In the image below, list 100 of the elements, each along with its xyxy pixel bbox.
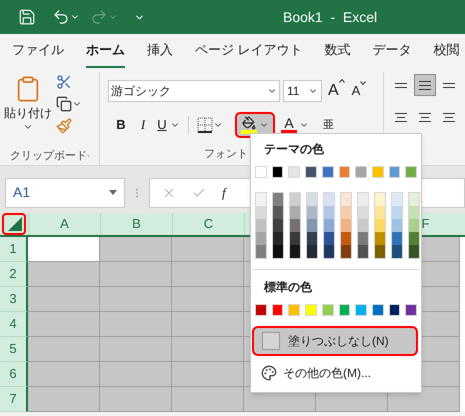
table-cell[interactable]: [28, 362, 100, 387]
color-swatch[interactable]: [290, 232, 300, 245]
color-swatch[interactable]: [272, 166, 284, 178]
color-swatch[interactable]: [409, 245, 419, 258]
color-swatch[interactable]: [256, 232, 266, 245]
color-swatch[interactable]: [324, 206, 334, 219]
color-swatch[interactable]: [273, 206, 283, 219]
color-swatch[interactable]: [392, 245, 402, 258]
color-swatch[interactable]: [307, 219, 317, 232]
font-size-select[interactable]: 11: [283, 80, 322, 102]
color-swatch[interactable]: [358, 193, 368, 206]
table-cell[interactable]: [172, 262, 244, 287]
table-cell[interactable]: [172, 337, 244, 362]
color-swatch[interactable]: [322, 304, 334, 316]
color-swatch[interactable]: [392, 206, 402, 219]
table-cell[interactable]: [28, 387, 100, 412]
color-swatch[interactable]: [307, 245, 317, 258]
color-swatch[interactable]: [338, 166, 350, 178]
color-swatch[interactable]: [256, 219, 266, 232]
ribbon-tab[interactable]: 校閲: [434, 34, 460, 68]
active-cell[interactable]: [28, 237, 100, 262]
ribbon-tab[interactable]: 挿入: [147, 34, 173, 68]
row-header[interactable]: 7: [0, 387, 28, 412]
color-swatch[interactable]: [341, 193, 351, 206]
color-swatch[interactable]: [305, 166, 317, 178]
color-swatch[interactable]: [324, 232, 334, 245]
color-swatch[interactable]: [409, 206, 419, 219]
color-swatch[interactable]: [290, 245, 300, 258]
color-swatch[interactable]: [290, 219, 300, 232]
no-fill-item[interactable]: 塗りつぶしなし(N): [252, 326, 418, 356]
color-swatch[interactable]: [358, 245, 368, 258]
color-swatch[interactable]: [324, 219, 334, 232]
row-header[interactable]: 4: [0, 312, 28, 337]
color-swatch[interactable]: [255, 166, 267, 178]
ribbon-tab[interactable]: ページ レイアウト: [195, 34, 303, 68]
undo-icon[interactable]: [52, 8, 70, 26]
cut-icon[interactable]: [56, 74, 72, 90]
table-cell[interactable]: [172, 312, 244, 337]
color-swatch[interactable]: [375, 193, 385, 206]
table-cell[interactable]: [172, 387, 244, 412]
table-cell[interactable]: [28, 337, 100, 362]
row-header[interactable]: 6: [0, 362, 28, 387]
phonetic-button[interactable]: 亜: [323, 116, 334, 134]
color-swatch[interactable]: [322, 166, 334, 178]
underline-button[interactable]: U: [154, 115, 170, 135]
color-swatch[interactable]: [409, 219, 419, 232]
ribbon-tab[interactable]: ファイル: [12, 34, 64, 68]
color-swatch[interactable]: [307, 193, 317, 206]
color-swatch[interactable]: [405, 304, 418, 316]
color-swatch[interactable]: [273, 193, 283, 206]
table-cell[interactable]: [172, 362, 244, 387]
color-swatch[interactable]: [341, 206, 351, 219]
color-swatch[interactable]: [256, 245, 266, 258]
ribbon-tab[interactable]: ホーム: [86, 34, 125, 68]
color-swatch[interactable]: [273, 245, 283, 258]
color-swatch[interactable]: [375, 219, 385, 232]
italic-button[interactable]: I: [132, 115, 154, 135]
color-swatch[interactable]: [305, 304, 317, 316]
color-swatch[interactable]: [307, 206, 317, 219]
color-swatch[interactable]: [341, 219, 351, 232]
table-cell[interactable]: [100, 312, 172, 337]
table-cell[interactable]: [28, 312, 100, 337]
table-cell[interactable]: [100, 387, 172, 412]
select-all-button[interactable]: [2, 213, 26, 235]
border-icon[interactable]: [197, 117, 213, 133]
color-swatch[interactable]: [256, 206, 266, 219]
bold-button[interactable]: B: [110, 115, 132, 135]
color-swatch[interactable]: [388, 304, 400, 316]
ribbon-tab[interactable]: 数式: [324, 34, 351, 68]
color-swatch[interactable]: [358, 206, 368, 219]
color-swatch[interactable]: [375, 232, 385, 245]
table-cell[interactable]: [100, 337, 172, 362]
color-swatch[interactable]: [392, 193, 402, 206]
color-swatch[interactable]: [288, 304, 300, 316]
color-swatch[interactable]: [273, 219, 283, 232]
color-swatch[interactable]: [341, 232, 351, 245]
table-cell[interactable]: [28, 262, 100, 287]
table-cell[interactable]: [100, 262, 172, 287]
font-name-select[interactable]: 游ゴシック: [108, 80, 280, 102]
color-swatch[interactable]: [255, 304, 267, 316]
column-header[interactable]: A: [28, 213, 100, 235]
color-swatch[interactable]: [324, 193, 334, 206]
row-header[interactable]: 2: [0, 262, 28, 287]
table-cell[interactable]: [100, 362, 172, 387]
color-swatch[interactable]: [273, 232, 283, 245]
color-swatch[interactable]: [290, 193, 300, 206]
color-swatch[interactable]: [358, 219, 368, 232]
column-header[interactable]: C: [172, 213, 244, 235]
color-swatch[interactable]: [256, 193, 266, 206]
paste-button[interactable]: 貼り付け: [0, 72, 56, 144]
color-swatch[interactable]: [375, 206, 385, 219]
table-cell[interactable]: [172, 287, 244, 312]
color-swatch[interactable]: [392, 232, 402, 245]
more-colors-item[interactable]: その他の色(M)...: [251, 360, 421, 386]
table-cell[interactable]: [100, 237, 172, 262]
color-swatch[interactable]: [355, 304, 367, 316]
color-swatch[interactable]: [372, 304, 384, 316]
format-painter-icon[interactable]: [56, 118, 72, 134]
color-swatch[interactable]: [409, 193, 419, 206]
shrink-font-button[interactable]: A: [352, 81, 366, 101]
